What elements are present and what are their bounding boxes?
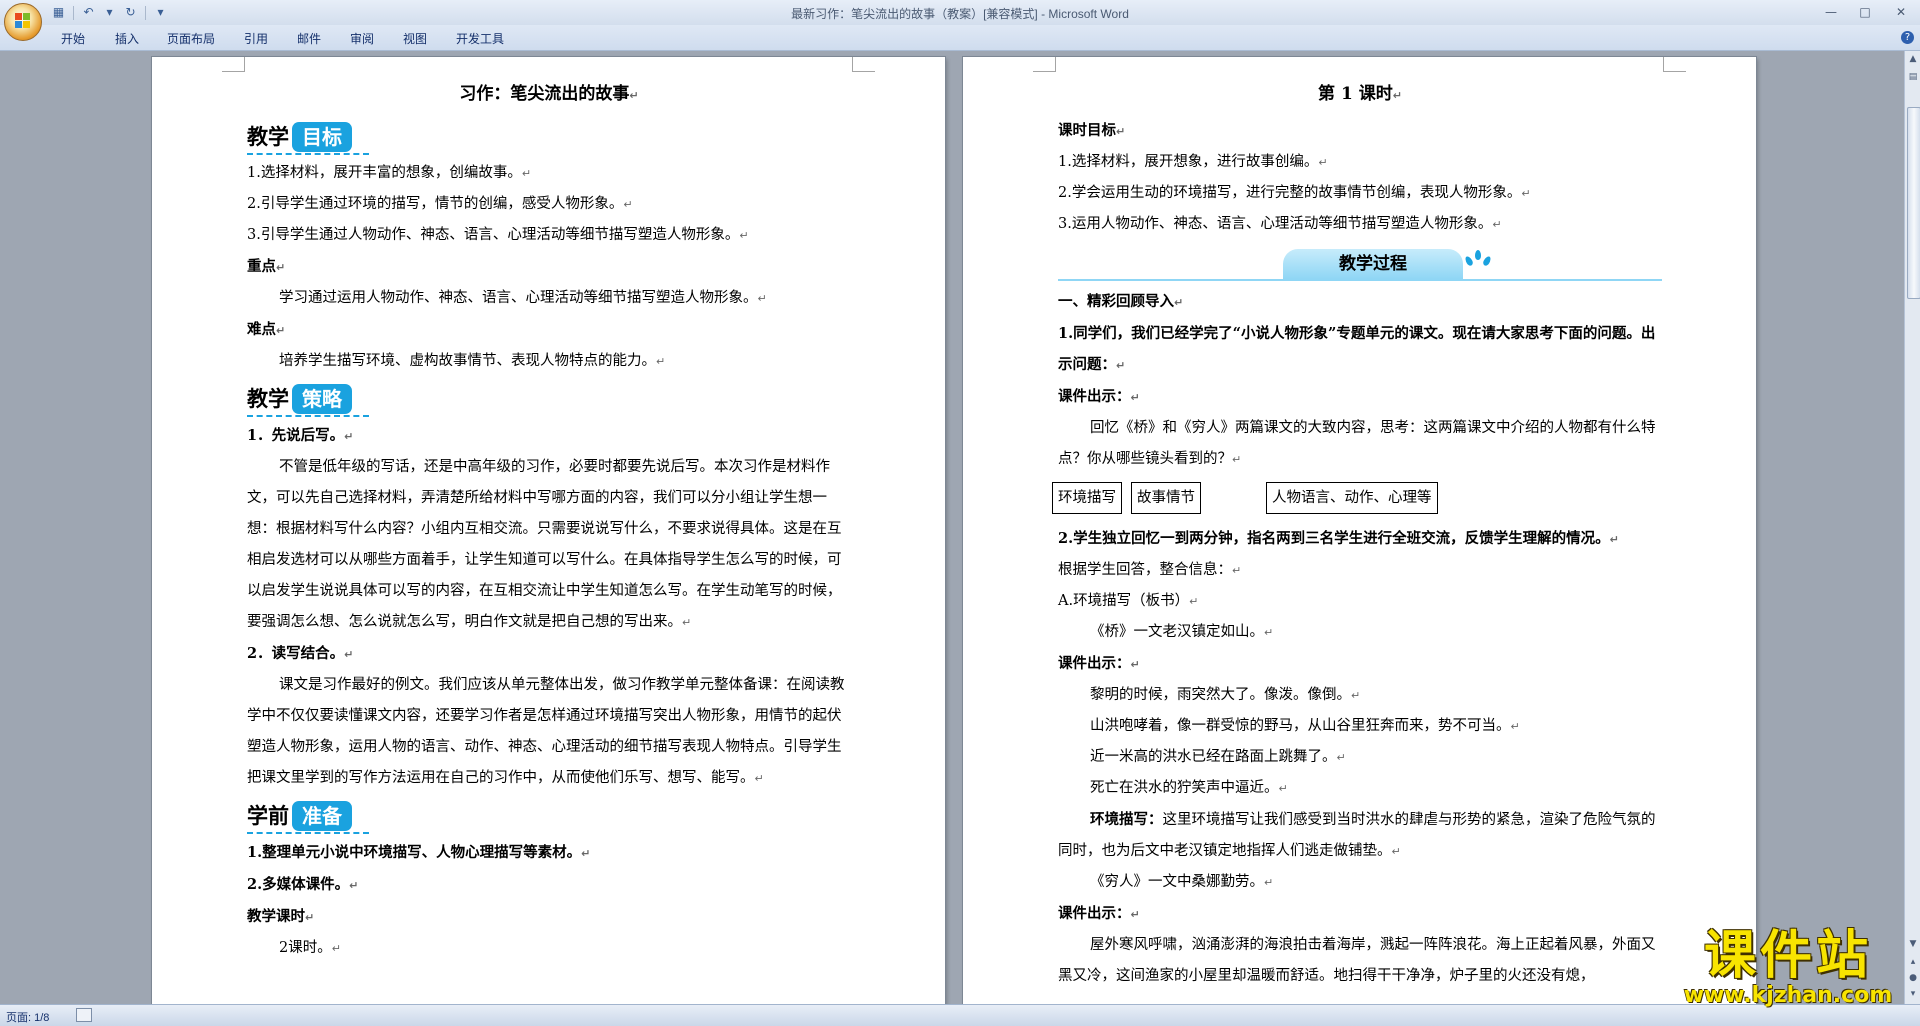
strategy-1-title: 1．先说后写。 [247, 427, 345, 444]
key-point-text: 学习通过运用人物动作、神态、语言、心理活动等细节描写塑造人物形象。 [279, 290, 758, 306]
scrollbar-thumb[interactable] [1907, 107, 1920, 299]
lesson-goal-label: 课时目标 [1058, 122, 1116, 139]
teaching-hours-label: 教学课时 [247, 908, 305, 925]
help-icon[interactable]: ? [1901, 31, 1914, 44]
difficulty-label: 难点 [247, 321, 276, 338]
section-header-dark: 学前 [247, 803, 289, 828]
part-heading: 一、精彩回顾导入 [1058, 293, 1174, 310]
document-page-2[interactable]: 第 1 课时↵ 课时目标↵ 1.选择材料，展开想象，进行故事创编。↵ 2.学会运… [963, 57, 1756, 1017]
language-check-icon[interactable] [76, 1008, 92, 1022]
page-indicator[interactable]: 页面: 1/8 [6, 1009, 49, 1025]
document-title: 习作：笔尖流出的故事 [459, 84, 630, 104]
section-header-pill: 准备 [292, 801, 352, 831]
tab-review[interactable]: 审阅 [350, 30, 374, 47]
strategy-2-body: 课文是习作最好的例文。我们应该从单元整体出发，做习作教学单元整体备课：在阅读教学… [247, 677, 845, 786]
preparation-item: 2.多媒体课件。 [247, 876, 350, 893]
crop-mark [1663, 57, 1686, 72]
tab-view[interactable]: 视图 [403, 30, 427, 47]
key-point-label: 重点 [247, 258, 276, 275]
site-watermark: 课件站 www.kjzhan.com [1668, 926, 1908, 1008]
section-header-dark: 教学 [247, 124, 289, 149]
banner-line [1058, 279, 1662, 281]
section-underline [247, 415, 369, 417]
quote-line: 死亡在洪水的狞笑声中逼近。 [1090, 780, 1279, 796]
quote-line: 近一米高的洪水已经在路面上跳舞了。 [1090, 749, 1337, 765]
courseware-label: 课件出示： [1058, 655, 1131, 672]
goal-item: 1.选择材料，展开丰富的想象，创编故事。 [247, 165, 522, 181]
vertical-scrollbar[interactable]: ▲ ▤ ▼ ▴ ● ▾ [1904, 51, 1920, 1004]
keyword-box: 人物语言、动作、心理等 [1266, 482, 1438, 514]
document-workspace: 习作：笔尖流出的故事↵ 教学 目标 1.选择材料，展开丰富的想象，创编故事。↵ … [0, 51, 1904, 1017]
tab-insert[interactable]: 插入 [115, 30, 139, 47]
water-drop-icon [1463, 255, 1475, 267]
page-content: 习作：笔尖流出的故事↵ 教学 目标 1.选择材料，展开丰富的想象，创编故事。↵ … [247, 75, 851, 964]
poor-text: 《穷人》一文中桑娜勤劳。 [1090, 874, 1264, 890]
env-label: 环境描写： [1090, 811, 1163, 828]
ribbon-tabs: 开始 插入 页面布局 引用 邮件 审阅 视图 开发工具 ? [0, 25, 1920, 51]
scroll-up-icon[interactable]: ▲ [1905, 51, 1920, 67]
teaching-process-banner: 教学过程 [1058, 246, 1662, 286]
preparation-item: 1.整理单元小说中环境描写、人物心理描写等素材。 [247, 844, 582, 861]
goal-item: 3.引导学生通过人物动作、神态、语言、心理活动等细节描写塑造人物形象。 [247, 227, 740, 243]
strategy-1-body: 不管是低年级的写话，还是中高年级的习作，必要时都要先说后写。本次习作是材料作文，… [247, 459, 842, 630]
quote-line: 山洪咆哮着，像一群受惊的野马，从山谷里狂奔而来，势不可当。 [1090, 718, 1511, 734]
question-1: 1.同学们，我们已经学完了“小说人物形象”专题单元的课文。现在请大家思考下面的问… [1058, 325, 1656, 373]
document-page-1[interactable]: 习作：笔尖流出的故事↵ 教学 目标 1.选择材料，展开丰富的想象，创编故事。↵ … [152, 57, 945, 1017]
ruler-toggle-icon[interactable]: ▤ [1905, 69, 1920, 85]
crop-mark [852, 57, 875, 72]
water-drop-icon [1481, 255, 1493, 267]
status-bar: 页面: 1/8 [0, 1004, 1920, 1026]
lesson-goal-item: 1.选择材料，展开想象，进行故事创编。 [1058, 154, 1319, 170]
office-button[interactable] [4, 3, 42, 41]
lesson-title: 第 1 课时 [1318, 84, 1393, 104]
section-underline [247, 832, 369, 834]
quote-line: 黎明的时候，雨突然大了。像泼。像倒。 [1090, 687, 1351, 703]
section-header-goals: 教学 目标 [247, 117, 851, 157]
crop-mark [222, 57, 245, 72]
keyword-box: 故事情节 [1131, 482, 1201, 514]
watermark-main: 课件站 [1703, 926, 1872, 986]
lesson-goal-item: 3.运用人物动作、神态、语言、心理活动等细节描写塑造人物形象。 [1058, 216, 1493, 232]
recall-prompt: 回忆《桥》和《穷人》两篇课文的大致内容，思考：这两篇课文中介绍的人物都有什么特点… [1058, 420, 1656, 467]
tab-home[interactable]: 开始 [61, 30, 85, 47]
water-drop-icon [1475, 250, 1481, 260]
teaching-hours-value: 2课时。 [279, 940, 332, 956]
keyword-boxes: 环境描写 故事情节 人物语言、动作、心理等 [1052, 477, 1662, 517]
strategy-2-title: 2．读写结合。 [247, 645, 345, 662]
section-header-dark: 教学 [247, 386, 289, 411]
watermark-url: www.kjzhan.com [1683, 983, 1893, 1008]
summary-text: 根据学生回答，整合信息： [1058, 562, 1232, 578]
section-header-pill: 目标 [292, 122, 352, 152]
title-bar: ▦ ↶ ▾ ↻ ▾ 最新习作：笔尖流出的故事（教案）[兼容模式] - Micro… [0, 0, 1920, 26]
office-logo-icon [15, 13, 31, 29]
story-excerpt: 屋外寒风呼啸，汹涌澎湃的海浪拍击着海岸，溅起一阵阵浪花。海上正起着风暴，外面又黑… [1058, 937, 1656, 984]
window-title: 最新习作：笔尖流出的故事（教案）[兼容模式] - Microsoft Word [791, 7, 1129, 21]
lesson-goal-item: 2.学会运用生动的环境描写，进行完整的故事情节创编，表现人物形象。 [1058, 185, 1522, 201]
keyword-box: 环境描写 [1052, 482, 1122, 514]
section-header-pill: 策略 [292, 384, 352, 414]
bridge-text: 《桥》一文老汉镇定如山。 [1090, 624, 1264, 640]
tab-mailings[interactable]: 邮件 [297, 30, 321, 47]
section-header-strategy: 教学 策略 [247, 379, 851, 419]
env-description-title: A.环境描写（板书） [1058, 593, 1190, 609]
close-button[interactable]: ✕ [1886, 2, 1916, 22]
tab-references[interactable]: 引用 [244, 30, 268, 47]
page-content: 第 1 课时↵ 课时目标↵ 1.选择材料，展开想象，进行故事创编。↵ 2.学会运… [1052, 75, 1662, 992]
section-header-preparation: 学前 准备 [247, 796, 851, 836]
minimize-button[interactable]: — [1816, 2, 1846, 22]
section-underline [247, 153, 369, 155]
crop-mark [1033, 57, 1056, 72]
question-2: 2.学生独立回忆一到两分钟，指名两到三名学生进行全班交流，反馈学生理解的情况。 [1058, 530, 1610, 547]
maximize-button[interactable]: □ [1850, 2, 1880, 22]
tab-page-layout[interactable]: 页面布局 [167, 30, 215, 47]
tab-developer[interactable]: 开发工具 [456, 30, 504, 47]
banner-label: 教学过程 [1283, 249, 1463, 279]
goal-item: 2.引导学生通过环境的描写，情节的创编，感受人物形象。 [247, 196, 624, 212]
difficulty-text: 培养学生描写环境、虚构故事情节、表现人物特点的能力。 [279, 353, 656, 369]
courseware-label: 课件出示： [1058, 388, 1131, 405]
courseware-label: 课件出示： [1058, 905, 1131, 922]
